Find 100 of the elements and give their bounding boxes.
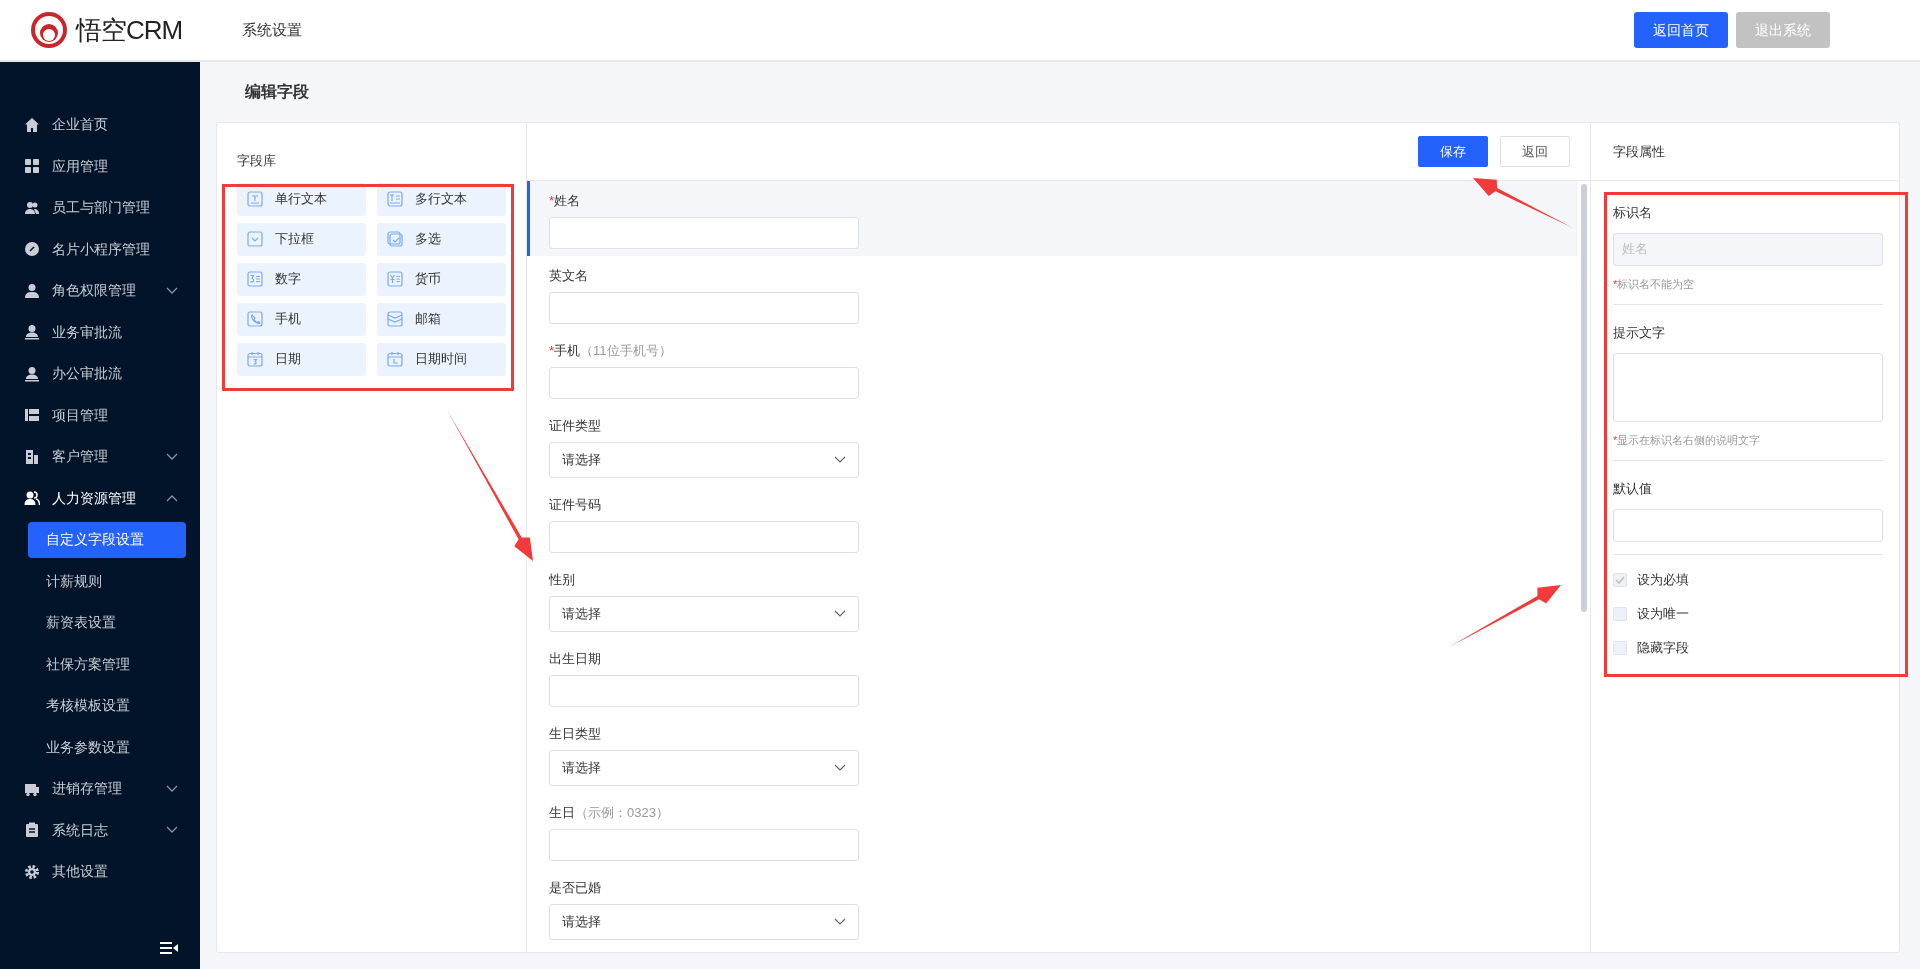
field-label: 证件类型 (549, 417, 602, 435)
panel-title: 字段库 (237, 152, 277, 170)
sidebar-item[interactable]: 应用管理 (0, 145, 200, 187)
field-label: 出生日期 (549, 650, 602, 668)
chevron-down-icon[interactable] (166, 826, 178, 835)
users-icon (24, 199, 40, 216)
menu-collapse-icon[interactable] (160, 941, 178, 955)
sidebar-item[interactable]: 其他设置 (0, 851, 200, 893)
field-label: 标识名 (1613, 204, 1653, 222)
sidebar-item[interactable]: 人力资源管理 (0, 477, 200, 519)
select-field[interactable]: 请选择 (549, 442, 859, 478)
checkbox-label: 设为必填 (1637, 570, 1689, 589)
chevron-down-icon (834, 764, 846, 772)
field-type-button[interactable]: 手机 (237, 302, 366, 336)
logo-text: 悟空CRM (76, 13, 183, 47)
field-row[interactable]: 生日类型 请选择 (527, 714, 1578, 793)
field-label: 生日（示例：0323） (549, 804, 670, 822)
form-button[interactable]: 保存 (1418, 136, 1488, 167)
field-type-button[interactable]: 下拉框 (237, 222, 366, 256)
field-type-button[interactable]: 数字 (237, 262, 366, 296)
panel-title: 字段属性 (1613, 142, 1665, 161)
field-row[interactable]: 性别 请选择 (527, 560, 1578, 639)
sidebar-item[interactable]: 企业首页 (0, 104, 200, 146)
sidebar-item[interactable]: 客户管理 (0, 436, 200, 478)
field-row[interactable]: 生日（示例：0323） (527, 793, 1578, 868)
sidebar-subitem[interactable]: 计薪规则 (28, 563, 186, 600)
sidebar-subitem[interactable]: 薪资表设置 (28, 604, 186, 641)
sidebar-subitem[interactable]: 考核模板设置 (28, 687, 186, 724)
sidebar-item[interactable]: 角色权限管理 (0, 270, 200, 312)
chevron-down-icon[interactable] (166, 286, 178, 295)
chevron-down-icon (834, 456, 846, 464)
user-icon (24, 282, 40, 299)
input-field[interactable] (1613, 508, 1883, 542)
text-area-icon (387, 191, 403, 207)
field-row[interactable]: 出生日期 (527, 639, 1578, 714)
checkbox-label: 隐藏字段 (1637, 638, 1689, 657)
logo-icon (30, 11, 68, 49)
field-row[interactable]: *手机（11位手机号） (527, 331, 1578, 406)
sidebar-item[interactable]: 系统日志 (0, 809, 200, 851)
currency-icon (387, 271, 403, 287)
phone-icon (247, 311, 263, 327)
input-field[interactable] (549, 521, 859, 553)
text-area[interactable] (1613, 352, 1883, 422)
field-row[interactable]: 是否已婚 请选择 (527, 868, 1578, 947)
sidebar-subitem[interactable]: 自定义字段设置 (28, 521, 186, 558)
select-field[interactable]: 请选择 (549, 596, 859, 632)
field-row[interactable]: *姓名 (527, 181, 1578, 256)
gear-icon (24, 863, 40, 880)
field-type-button[interactable]: 货币 (377, 262, 506, 296)
mail-icon (387, 311, 403, 327)
sidebar-item[interactable]: 进销存管理 (0, 768, 200, 810)
field-label: *姓名 (549, 192, 582, 210)
header-button[interactable]: 返回首页 (1634, 12, 1728, 48)
sidebar-subitem[interactable]: 社保方案管理 (28, 646, 186, 683)
user-icon (24, 324, 40, 341)
input-field[interactable] (549, 292, 859, 324)
select-field[interactable]: 请选择 (549, 750, 859, 786)
sidebar-item[interactable]: 项目管理 (0, 394, 200, 436)
sidebar-item[interactable]: 办公审批流 (0, 353, 200, 395)
input-field[interactable] (549, 675, 859, 707)
sidebar-item[interactable]: 业务审批流 (0, 311, 200, 353)
field-type-button[interactable]: 日期 (237, 342, 366, 376)
checkbox[interactable] (1613, 606, 1627, 621)
page-section-title: 系统设置 (242, 19, 303, 40)
checkbox[interactable] (1613, 640, 1627, 655)
field-label: 提示文字 (1613, 324, 1666, 342)
field-label: *手机（11位手机号） (549, 342, 673, 360)
select-field[interactable]: 请选择 (549, 904, 859, 940)
input-field[interactable] (549, 829, 859, 861)
field-label: 英文名 (549, 267, 589, 285)
field-type-button[interactable]: 多选 (377, 222, 506, 256)
form-button[interactable]: 返回 (1500, 136, 1570, 167)
sidebar-item[interactable]: 员工与部门管理 (0, 187, 200, 229)
sidebar-item[interactable]: 名片小程序管理 (0, 228, 200, 270)
board-icon (24, 407, 40, 424)
page-title: 编辑字段 (245, 82, 309, 102)
chevron-down-icon[interactable] (166, 784, 178, 793)
chevron-up-icon[interactable] (166, 494, 178, 503)
input-field[interactable] (549, 217, 859, 249)
field-row[interactable]: 证件号码 (527, 485, 1578, 560)
field-label: 是否已婚 (549, 879, 602, 897)
home-icon (24, 116, 40, 133)
dropdown-icon (247, 231, 263, 247)
link-icon (24, 241, 40, 258)
field-label: 生日类型 (549, 725, 602, 743)
field-row[interactable]: 证件类型 请选择 (527, 406, 1578, 485)
field-type-button[interactable]: 邮箱 (377, 302, 506, 336)
field-row[interactable]: 英文名 (527, 256, 1578, 331)
chevron-down-icon[interactable] (166, 452, 178, 461)
sidebar-subitem[interactable]: 业务参数设置 (28, 729, 186, 766)
chevron-down-icon (834, 918, 846, 926)
field-type-button[interactable]: 日期时间 (377, 342, 506, 376)
checkbox-icon (387, 231, 403, 247)
calendar-clock-icon (387, 351, 403, 367)
field-note: *显示在标识名右侧的说明文字 (1613, 432, 1762, 448)
checkbox-label: 设为唯一 (1637, 604, 1689, 623)
input-field[interactable] (549, 367, 859, 399)
scrollbar-thumb[interactable] (1581, 184, 1587, 612)
user-icon (24, 365, 40, 382)
text-field-icon (247, 191, 263, 207)
